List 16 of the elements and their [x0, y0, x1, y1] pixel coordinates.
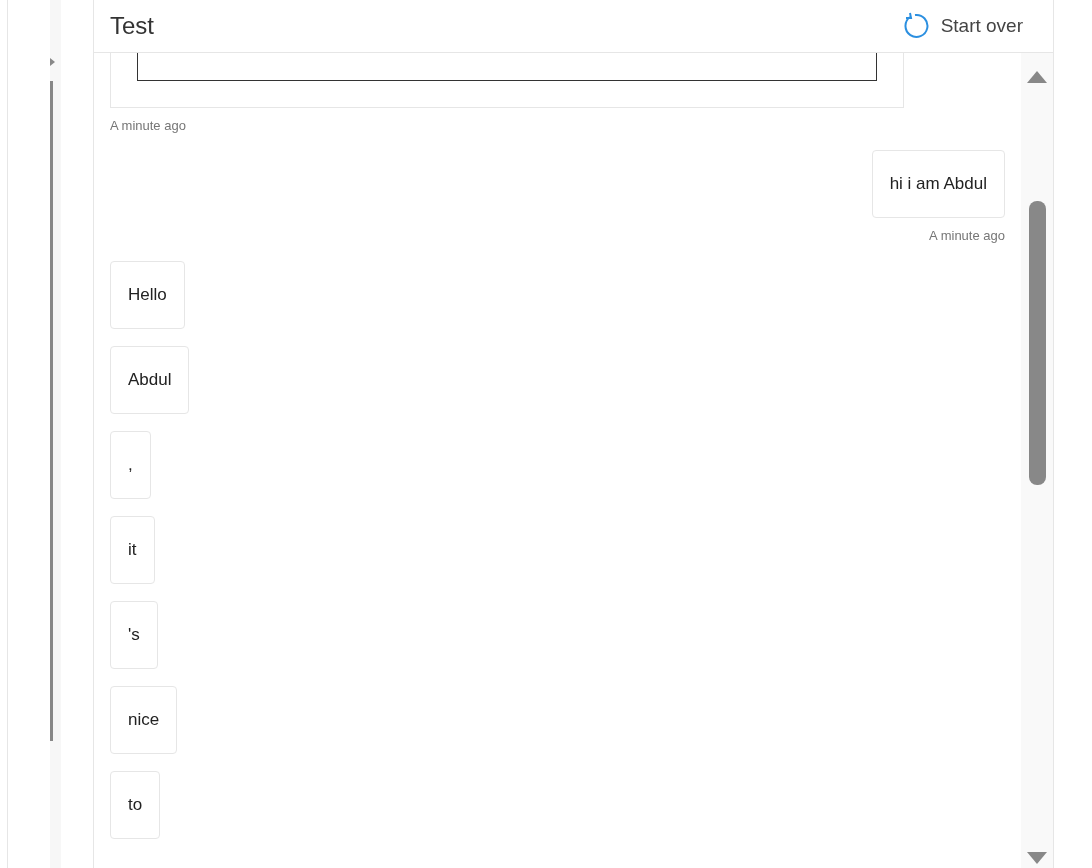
bot-message: 's — [110, 601, 158, 669]
bot-message: , — [110, 431, 151, 499]
bot-message: Abdul — [110, 346, 190, 414]
start-over-button[interactable]: Start over — [900, 11, 1023, 41]
scrollbar-thumb[interactable] — [1028, 200, 1046, 485]
bot-message: nice — [110, 686, 178, 754]
bot-message: Hello — [110, 261, 185, 329]
bot-message: it — [110, 516, 155, 584]
scroll-up-icon[interactable] — [1027, 71, 1047, 83]
timestamp: A minute ago — [110, 118, 186, 134]
chat-title: Test — [110, 11, 154, 41]
user-message: hi i am Abdul — [871, 150, 1005, 218]
timestamp: A minute ago — [929, 228, 1005, 244]
expand-icon[interactable] — [50, 58, 55, 66]
scroll-down-icon[interactable] — [1027, 852, 1047, 864]
bot-message: to — [110, 771, 161, 839]
